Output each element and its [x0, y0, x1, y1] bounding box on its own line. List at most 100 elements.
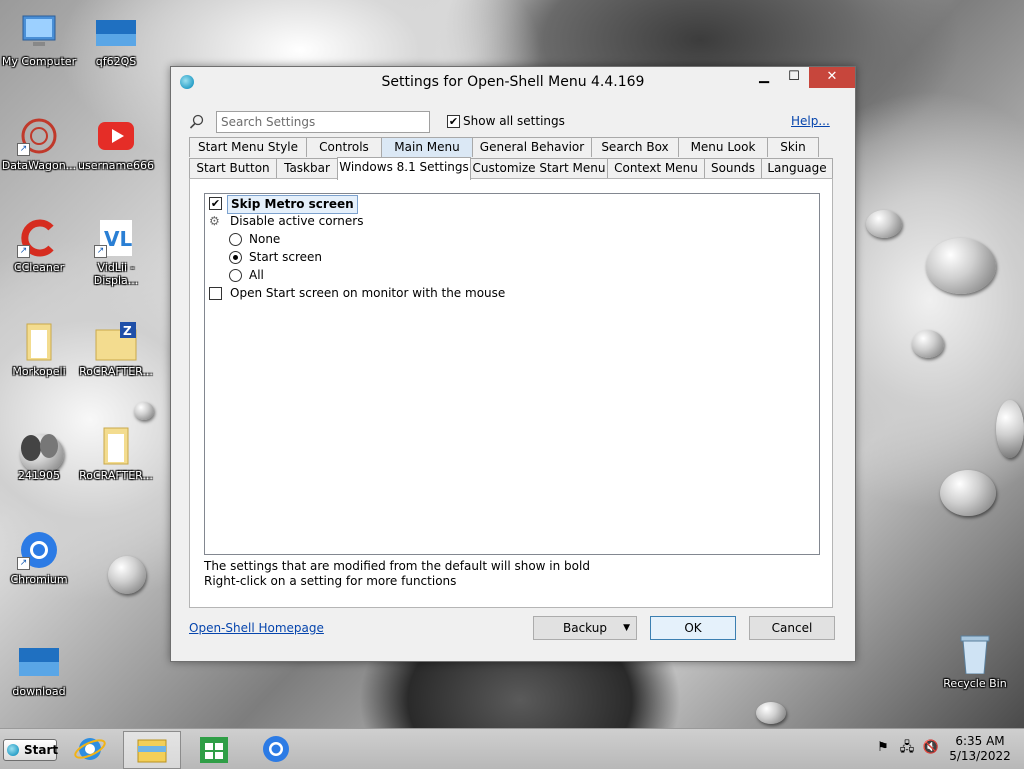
search-input[interactable]	[216, 111, 430, 133]
taskbar: Start ⚑ 🖧 🔇 6:35 AM 5/13/2022	[0, 728, 1024, 769]
taskbar-clock[interactable]: 6:35 AM 5/13/2022	[940, 734, 1020, 764]
image-file-icon	[17, 642, 61, 682]
water-drop	[866, 210, 902, 238]
tab-start-button[interactable]: Start Button	[189, 158, 277, 178]
chromium-icon: ↗	[17, 530, 61, 570]
search-row: ✔ Show all settings Help...	[189, 111, 837, 135]
desktop-icon-label: qf62QS	[95, 55, 137, 68]
backup-button[interactable]: Backup ▼	[533, 616, 637, 640]
tab-start-menu-style[interactable]: Start Menu Style	[189, 137, 307, 157]
desktop-icon-chromium[interactable]: ↗ Chromium	[0, 530, 81, 586]
tab-search-box[interactable]: Search Box	[591, 137, 679, 157]
open-start-mouse-label: Open Start screen on monitor with the mo…	[230, 286, 506, 300]
tab-skin[interactable]: Skin	[767, 137, 819, 157]
maximize-button[interactable]: ☐	[779, 67, 809, 88]
show-all-settings-checkbox[interactable]: ✔	[447, 115, 460, 128]
volume-muted-icon[interactable]: 🔇	[922, 739, 940, 757]
vidlii-icon: VL ↗	[94, 218, 138, 258]
start-screen-radio[interactable]	[229, 251, 242, 264]
internet-explorer-icon	[74, 738, 106, 760]
help-link[interactable]: Help...	[791, 114, 830, 128]
settings-tree: ✔ Skip Metro screen ⚙ Disable active cor…	[204, 193, 820, 555]
desktop-icon-qf62qs[interactable]: qf62QS	[74, 12, 158, 68]
youtube-icon	[94, 116, 138, 156]
tab-language[interactable]: Language	[761, 158, 833, 178]
settings-panel: ✔ Skip Metro screen ⚙ Disable active cor…	[189, 178, 833, 608]
ccleaner-icon: ↗	[17, 218, 61, 258]
desktop-icon-label: Chromium	[10, 573, 68, 586]
clock-date: 5/13/2022	[949, 749, 1011, 763]
taskbar-internet-explorer[interactable]	[62, 731, 118, 767]
taskbar-chromium[interactable]	[248, 731, 304, 767]
desktop-icon-label: RoCRAFTER...	[79, 469, 153, 482]
tab-controls[interactable]: Controls	[306, 137, 382, 157]
water-drop	[996, 400, 1024, 458]
backup-label: Backup	[563, 621, 607, 635]
desktop-icon-morkopeli[interactable]: Morkopeli	[0, 322, 81, 378]
water-drop	[756, 702, 786, 724]
water-drop	[940, 470, 996, 516]
shortcut-arrow-icon: ↗	[94, 245, 107, 258]
desktop-icon-recycle-bin[interactable]: Recycle Bin	[933, 634, 1017, 690]
tab-customize-start-menu[interactable]: Customize Start Menu	[470, 158, 608, 178]
desktop-icon-vidlii[interactable]: VL ↗ VidLii - Displa...	[74, 218, 158, 287]
folder-icon	[17, 322, 61, 362]
tab-strip: Start Menu Style Controls Main Menu Gene…	[189, 137, 837, 181]
tab-context-menu[interactable]: Context Menu	[607, 158, 705, 178]
image-file-icon	[94, 12, 138, 52]
shortcut-arrow-icon: ↗	[17, 143, 30, 156]
clock-time: 6:35 AM	[955, 734, 1005, 748]
tab-sounds[interactable]: Sounds	[704, 158, 762, 178]
tab-taskbar[interactable]: Taskbar	[276, 158, 338, 178]
tab-main-menu[interactable]: Main Menu	[381, 137, 473, 157]
svg-text:VL: VL	[104, 227, 132, 251]
desktop-icon-241905[interactable]: 241905	[0, 426, 81, 482]
disable-corners-label: Disable active corners	[230, 214, 364, 228]
show-all-settings-label[interactable]: Show all settings	[463, 114, 565, 128]
water-drop	[134, 402, 154, 420]
skip-metro-checkbox[interactable]: ✔	[209, 197, 222, 210]
shortcut-arrow-icon: ↗	[17, 245, 30, 258]
search-icon	[189, 114, 205, 130]
skip-metro-label: Skip Metro screen	[227, 195, 358, 214]
minimize-button[interactable]: ▁	[749, 67, 779, 88]
desktop-icon-label: Morkopeli	[12, 365, 66, 378]
action-center-flag-icon[interactable]: ⚑	[874, 739, 892, 757]
file-explorer-icon	[137, 739, 167, 763]
cancel-button[interactable]: Cancel	[749, 616, 835, 640]
ok-button[interactable]: OK	[650, 616, 736, 640]
desktop-icon-my-computer[interactable]: My Computer	[0, 12, 81, 68]
start-label: Start	[24, 743, 59, 757]
desktop-icon-rocrafter-zip[interactable]: Z RoCRAFTER...	[74, 322, 158, 378]
network-icon[interactable]: 🖧	[898, 739, 916, 757]
tab-windows-8-1-settings[interactable]: Windows 8.1 Settings	[337, 157, 471, 180]
taskbar-store[interactable]	[186, 731, 242, 767]
taskbar-file-explorer[interactable]	[123, 731, 181, 769]
desktop-icon-username666[interactable]: username666	[74, 116, 158, 172]
datawagon-icon: ↗	[17, 116, 61, 156]
folder-icon	[94, 426, 138, 466]
all-radio[interactable]	[229, 269, 242, 282]
tab-menu-look[interactable]: Menu Look	[678, 137, 768, 157]
none-radio[interactable]	[229, 233, 242, 246]
store-icon	[200, 737, 228, 763]
start-button[interactable]: Start	[3, 739, 59, 761]
desktop-icon-label: download	[12, 685, 66, 698]
close-button[interactable]: ✕	[809, 67, 855, 88]
desktop-icon-download[interactable]: download	[0, 642, 81, 698]
title-bar[interactable]: Settings for Open-Shell Menu 4.4.169 ▁ ☐…	[171, 67, 855, 97]
shortcut-arrow-icon: ↗	[17, 557, 30, 570]
svg-text:Z: Z	[123, 324, 132, 338]
all-label: All	[249, 268, 264, 282]
water-drop	[926, 238, 996, 294]
desktop-icon-ccleaner[interactable]: ↗ CCleaner	[0, 218, 81, 274]
desktop-icon-datawagon[interactable]: ↗ DataWagon...	[0, 116, 81, 172]
desktop-icon-label: username666	[78, 159, 154, 172]
tab-general-behavior[interactable]: General Behavior	[472, 137, 592, 157]
open-shell-homepage-link[interactable]: Open-Shell Homepage	[189, 621, 324, 635]
open-start-mouse-checkbox[interactable]	[209, 287, 222, 300]
desktop-icon-rocrafter-folder[interactable]: RoCRAFTER...	[74, 426, 158, 482]
desktop-icon-label: RoCRAFTER...	[79, 365, 153, 378]
start-screen-label: Start screen	[249, 250, 323, 264]
water-drop	[912, 330, 944, 358]
